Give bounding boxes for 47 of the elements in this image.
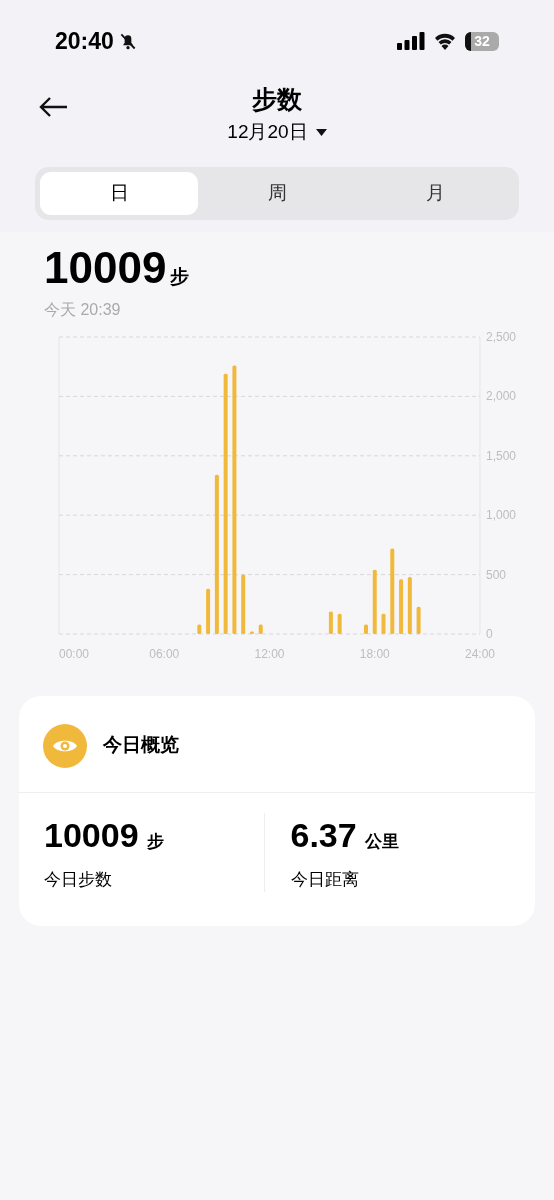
axis-label: 12:00 xyxy=(254,646,285,661)
unit-label: 步 xyxy=(170,264,190,289)
bar xyxy=(416,606,421,634)
tab[interactable]: 日 xyxy=(40,171,198,215)
step-count: 10009 xyxy=(44,241,167,294)
page-title: 步数 xyxy=(252,84,302,114)
back-arrow-icon xyxy=(38,96,68,118)
clock: 20:40 xyxy=(55,26,114,56)
back-button[interactable] xyxy=(38,96,68,118)
battery-icon: 32 xyxy=(465,31,499,51)
bar xyxy=(337,613,342,634)
signal-icon xyxy=(397,32,425,50)
bar xyxy=(364,624,368,634)
stat-label: 今日步数 xyxy=(44,868,112,891)
tab[interactable]: 周 xyxy=(198,171,356,215)
bar xyxy=(407,576,412,634)
caret-icon xyxy=(315,128,327,136)
bar xyxy=(328,610,333,634)
bar xyxy=(249,631,254,634)
stat-value: 6.37 xyxy=(290,814,357,856)
axis-label: 06:00 xyxy=(149,646,180,661)
bar xyxy=(241,574,246,634)
axis-label: 24:00 xyxy=(465,646,495,661)
stat-label: 今日距离 xyxy=(290,868,359,891)
bar xyxy=(381,613,386,634)
bar xyxy=(197,624,202,634)
bar xyxy=(258,624,263,634)
tab[interactable]: 月 xyxy=(356,171,514,215)
eye-icon xyxy=(43,723,87,768)
card-title: 今日概览 xyxy=(103,733,179,758)
bar xyxy=(372,569,377,634)
wifi-icon xyxy=(433,32,457,50)
timestamp: 今天 20:39 xyxy=(43,299,122,320)
axis-label: 1,000 xyxy=(486,507,517,522)
axis-label: 1,500 xyxy=(486,448,517,463)
unit-label: 公里 xyxy=(364,830,399,853)
bar xyxy=(206,588,211,634)
axis-label: 0 xyxy=(486,626,493,641)
axis-label: 00:00 xyxy=(59,646,90,661)
stat-value: 10009 xyxy=(44,814,139,856)
bar xyxy=(399,578,404,634)
axis-label: 500 xyxy=(486,567,507,582)
axis-label: 2,000 xyxy=(486,388,517,403)
date-picker[interactable]: 12月20日 xyxy=(227,118,327,147)
axis-label: 18:00 xyxy=(359,646,390,661)
axis-label: 2,500 xyxy=(486,329,517,344)
unit-label: 步 xyxy=(146,830,164,853)
